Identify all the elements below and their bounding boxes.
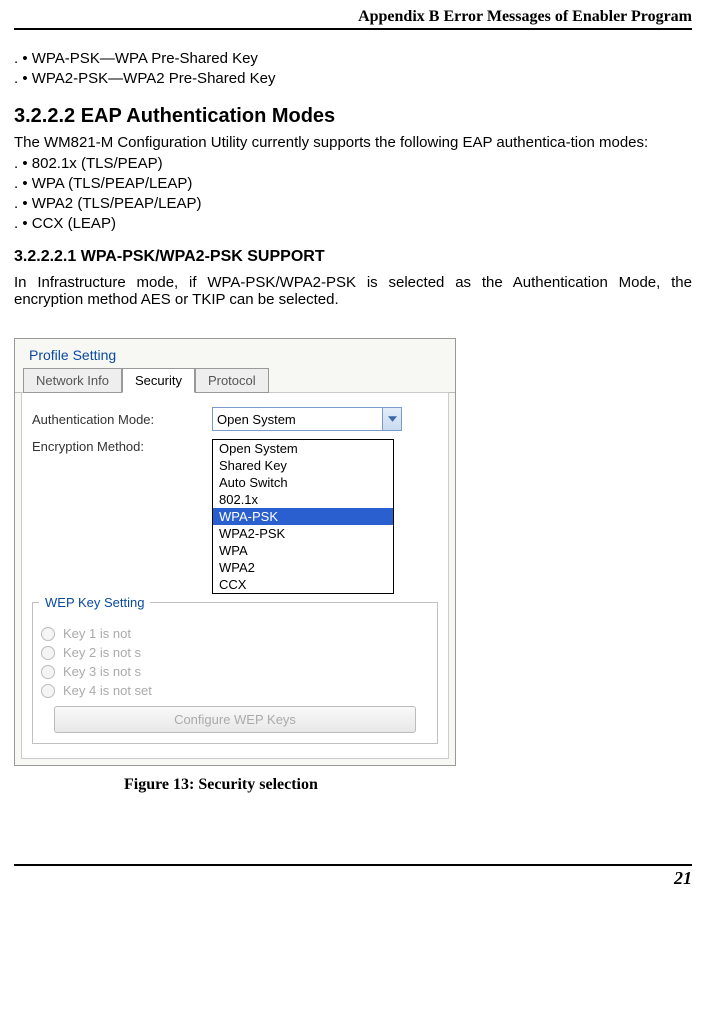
wep-key-4-label: Key 4 is not set: [63, 683, 152, 698]
heading-3-2-2-2: 3.2.2.2 EAP Authentication Modes: [14, 105, 692, 128]
auth-mode-label: Authentication Mode:: [32, 412, 212, 427]
tab-network-info[interactable]: Network Info: [23, 368, 122, 393]
enc-method-label: Encryption Method:: [32, 439, 212, 454]
eap-intro-paragraph: The WM821-M Configuration Utility curren…: [14, 134, 692, 151]
dropdown-option-shared-key[interactable]: Shared Key: [213, 457, 393, 474]
auth-mode-combo-value: Open System: [217, 412, 296, 427]
dropdown-option-auto-switch[interactable]: Auto Switch: [213, 474, 393, 491]
dropdown-option-open-system[interactable]: Open System: [213, 440, 393, 457]
wep-key-1-radio: Key 1 is not: [41, 626, 429, 641]
auth-mode-dropdown[interactable]: Open System Shared Key Auto Switch 802.1…: [212, 439, 394, 594]
dropdown-option-wpa2[interactable]: WPA2: [213, 559, 393, 576]
wep-key-4-radio: Key 4 is not set: [41, 683, 429, 698]
footer-rule: [14, 864, 692, 866]
tab-protocol[interactable]: Protocol: [195, 368, 269, 393]
figure-caption-prefix: Figure 13:: [124, 776, 198, 793]
dropdown-option-ccx[interactable]: CCX: [213, 576, 393, 593]
wep-key-2-radio: Key 2 is not s: [41, 645, 429, 660]
top-bullet-1: . • WPA-PSK—WPA Pre-Shared Key: [14, 50, 692, 67]
heading-3-2-2-2-1: 3.2.2.2.1 WPA-PSK/WPA2-PSK SUPPORT: [14, 248, 692, 266]
wep-legend: WEP Key Setting: [39, 595, 150, 610]
header-rule: [14, 28, 692, 30]
security-panel: Authentication Mode: Open System Encrypt…: [21, 392, 449, 759]
wep-key-1-label: Key 1 is not: [63, 626, 131, 641]
configure-wep-keys-button: Configure WEP Keys: [54, 706, 415, 733]
eap-bullet-3: . • WPA2 (TLS/PEAP/LEAP): [14, 195, 692, 212]
dropdown-option-wpa[interactable]: WPA: [213, 542, 393, 559]
page-header-title: Appendix B Error Messages of Enabler Pro…: [14, 8, 692, 26]
tab-security[interactable]: Security: [122, 368, 195, 393]
top-bullet-2: . • WPA2-PSK—WPA2 Pre-Shared Key: [14, 70, 692, 87]
dropdown-option-8021x[interactable]: 802.1x: [213, 491, 393, 508]
wep-key-3-label: Key 3 is not s: [63, 664, 141, 679]
radio-icon: [41, 627, 55, 641]
dropdown-option-wpa-psk[interactable]: WPA-PSK: [213, 508, 393, 525]
wpa-psk-paragraph: In Infrastructure mode, if WPA-PSK/WPA2-…: [14, 274, 692, 308]
page-number: 21: [14, 868, 692, 889]
figure-caption: Figure 13: Security selection: [124, 776, 692, 794]
dialog-title: Profile Setting: [15, 339, 455, 367]
figure-caption-text: Security selection: [198, 776, 318, 793]
radio-icon: [41, 684, 55, 698]
radio-icon: [41, 665, 55, 679]
auth-mode-combo[interactable]: Open System: [212, 407, 402, 431]
wep-key-setting-group: WEP Key Setting Key 1 is not Key 2 is no…: [32, 602, 438, 744]
eap-bullet-1: . • 802.1x (TLS/PEAP): [14, 155, 692, 172]
tabs-row: Network Info Security Protocol: [15, 367, 455, 393]
wep-key-2-label: Key 2 is not s: [63, 645, 141, 660]
wep-key-3-radio: Key 3 is not s: [41, 664, 429, 679]
radio-icon: [41, 646, 55, 660]
profile-setting-dialog: Profile Setting Network Info Security Pr…: [14, 338, 456, 766]
dropdown-option-wpa2-psk[interactable]: WPA2-PSK: [213, 525, 393, 542]
chevron-down-icon[interactable]: [382, 408, 401, 430]
eap-bullet-2: . • WPA (TLS/PEAP/LEAP): [14, 175, 692, 192]
eap-bullet-4: . • CCX (LEAP): [14, 215, 692, 232]
